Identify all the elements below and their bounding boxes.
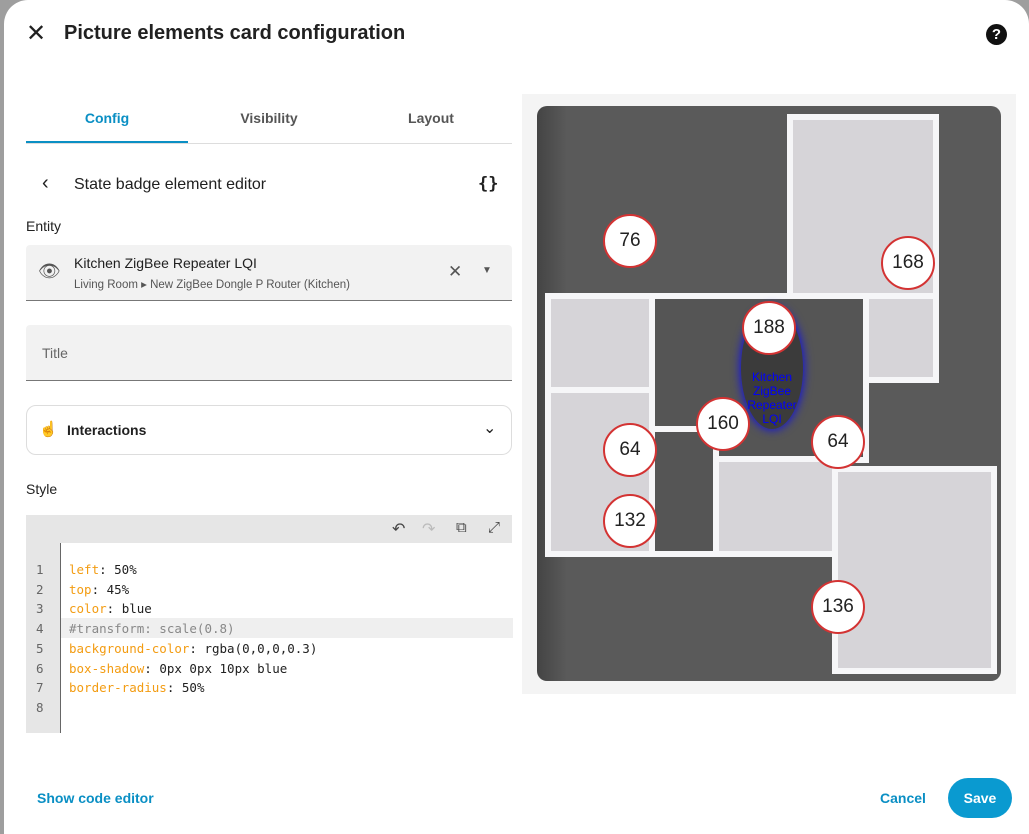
badge-label-line: Repeater	[747, 398, 797, 412]
code-line: top: 45%	[69, 581, 130, 597]
line-number: 5	[36, 640, 44, 656]
room	[863, 293, 939, 383]
state-badge[interactable]: 64	[811, 415, 865, 469]
dialog: ✕ Picture elements card configuration ? …	[4, 0, 1029, 834]
line-number: 2	[36, 581, 44, 597]
tab-layout[interactable]: Layout	[350, 95, 512, 143]
code-line: color: blue	[69, 601, 152, 617]
dialog-title: Picture elements card configuration	[64, 22, 406, 44]
code-line: background-color: rgba(0,0,0,0.3)	[69, 640, 318, 656]
line-number: 3	[36, 601, 44, 617]
code-line: #transform: scale(0.8)	[69, 621, 235, 637]
code-line: left: 50%	[69, 562, 137, 577]
dropdown-icon[interactable]: ▼	[482, 265, 492, 276]
state-badge[interactable]: 76	[603, 214, 657, 268]
chevron-down-icon: ⌄	[483, 420, 497, 437]
tab-config[interactable]: Config	[26, 95, 188, 143]
state-badge[interactable]: 160	[696, 397, 750, 451]
editor-header: ‹ State badge element editor {}	[26, 172, 512, 198]
help-icon[interactable]: ?	[986, 24, 1007, 45]
line-numbers: 1 2 3 4 5 6 7 8	[26, 543, 60, 733]
copy-icon[interactable]: ⧉	[456, 519, 467, 536]
code-line: box-shadow: 0px 0px 10px blue	[69, 660, 288, 676]
tab-bar: Config Visibility Layout	[26, 95, 512, 144]
state-badge[interactable]: 136	[811, 580, 865, 634]
entity-label: Entity	[26, 218, 62, 234]
tab-visibility[interactable]: Visibility	[188, 95, 350, 143]
line-number: 6	[36, 660, 44, 676]
badge-label-line: Kitchen	[751, 370, 793, 384]
state-badge[interactable]: 64	[603, 423, 657, 477]
close-icon[interactable]: ✕	[26, 22, 46, 46]
undo-icon[interactable]: ↶	[392, 519, 405, 539]
line-number: 1	[36, 562, 44, 577]
show-code-editor-button[interactable]: Show code editor	[37, 790, 154, 806]
room	[832, 466, 997, 674]
code-line: border-radius: 50%	[69, 680, 205, 696]
entity-name: Kitchen ZigBee Repeater LQI	[74, 255, 257, 271]
title-input[interactable]: Title	[26, 325, 512, 381]
room	[713, 456, 838, 557]
entity-context: Living Room ▸ New ZigBee Dongle P Router…	[74, 279, 350, 291]
interactions-label: Interactions	[67, 422, 147, 438]
interactions-expander[interactable]: ☝ Interactions ⌄	[26, 405, 512, 455]
line-number: 4	[36, 621, 44, 637]
line-number: 7	[36, 680, 44, 696]
state-badge[interactable]: 168	[881, 236, 935, 290]
line-number: 8	[36, 699, 44, 715]
back-icon[interactable]: ‹	[42, 172, 49, 195]
save-button[interactable]: Save	[948, 778, 1012, 818]
fullscreen-icon[interactable]: ⤢	[488, 519, 500, 536]
redo-icon[interactable]: ↷	[422, 519, 435, 539]
badge-label-line: ZigBee	[752, 384, 792, 398]
state-badge[interactable]: 132	[603, 494, 657, 548]
state-badge[interactable]: 188	[742, 301, 796, 355]
style-label: Style	[26, 481, 58, 497]
room	[545, 293, 655, 393]
cancel-button[interactable]: Cancel	[880, 790, 926, 806]
title-placeholder: Title	[42, 345, 68, 361]
clear-icon[interactable]: ✕	[448, 262, 462, 282]
entity-picker[interactable]: 👁 Kitchen ZigBee Repeater LQI Living Roo…	[26, 245, 512, 301]
code-input[interactable]: left: 50% top: 45% color: blue #transform: …	[60, 543, 513, 733]
touch-icon: ☝	[39, 421, 58, 438]
yaml-toggle-icon[interactable]: {}	[478, 174, 498, 194]
editor-title: State badge element editor	[74, 176, 267, 193]
eye-icon: 👁	[38, 261, 61, 281]
